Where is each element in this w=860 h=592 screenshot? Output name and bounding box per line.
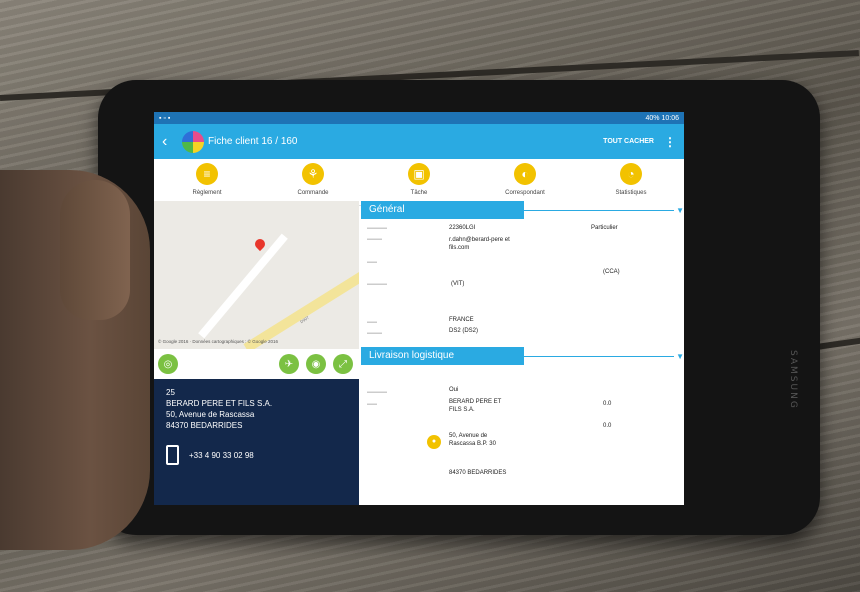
delivery-fields: ▬▬▬▬ Oui ▬▬ BERARD PERE ET FILS S.A. 0.0… (361, 365, 684, 505)
collapse-caret-icon[interactable]: ▼ (676, 206, 684, 215)
back-arrow-icon[interactable]: ‹ (162, 133, 178, 151)
expand-icon[interactable]: ⤢ (333, 354, 353, 374)
chart-icon: ◔ (620, 163, 642, 185)
contact-icon: ◐ (514, 163, 536, 185)
location-pin-icon[interactable]: ● (427, 435, 441, 449)
field-label-placeholder: ▬▬▬▬ (367, 225, 387, 231)
notification-icons: ▪ ▫ ▪ (159, 114, 171, 122)
location-pin-icon[interactable] (252, 236, 268, 252)
field-label-placeholder: ▬▬ (367, 319, 377, 325)
delivery-postal-value: 84370 BEDARRIDES (449, 470, 507, 476)
action-contact[interactable]: ◐ Correspondant (485, 163, 565, 196)
field-label-placeholder: ▬▬ (367, 259, 377, 265)
phone-number[interactable]: +33 4 90 33 02 98 (189, 450, 254, 461)
general-fields: ▬▬▬▬ 22360LGI Particulier ▬▬▬ r.dahn@ber… (361, 219, 684, 347)
battery-time: 40% 10:06 (645, 114, 679, 122)
action-payment[interactable]: ≡ Règlement (167, 163, 247, 196)
app-logo-icon (182, 130, 204, 153)
city: 84370 BEDARRIDES (166, 421, 243, 430)
section-title: Livraison logistique (361, 347, 524, 365)
action-label: Statistiques (615, 190, 647, 196)
map-toolbar: ◎ ✈ ◉ ⤢ (154, 349, 359, 379)
action-statistics[interactable]: ◔ Statistiques (591, 163, 671, 196)
phone-icon (166, 445, 179, 465)
cart-icon: ⚘ (302, 163, 324, 185)
phone-row[interactable]: +33 4 90 33 02 98 (166, 445, 347, 465)
coordinate-value: 0.0 (603, 401, 612, 407)
details-panel: Général ▼ ▬▬▬▬ 22360LGI Particulier ▬▬▬ … (361, 201, 684, 505)
thumb (60, 180, 130, 320)
overflow-menu-icon[interactable]: ⋮ (664, 135, 676, 149)
region-value: DS2 (DS2) (449, 328, 479, 334)
map-road: D907 (243, 259, 359, 349)
field-label-placeholder: ▬▬▬ (367, 236, 382, 242)
status-bar: ▪ ▫ ▪ 40% 10:06 (154, 112, 684, 124)
page-title: Fiche client 16 / 160 (208, 136, 298, 147)
field-label-placeholder: ▬▬▬▬ (367, 281, 387, 287)
address-card: 25 BERARD PERE ET FILS S.A. 50, Avenue d… (154, 379, 359, 505)
cca-value: (CCA) (603, 269, 620, 275)
divider (524, 209, 675, 211)
coordinate-value: 0.0 (603, 423, 612, 429)
device-brand: SAMSUNG (788, 350, 798, 410)
app-bar: ‹ Fiche client 16 / 160 TOUT CACHER ⋮ (154, 124, 684, 159)
section-general[interactable]: Général ▼ (361, 201, 684, 219)
world-map-icon[interactable]: ✈ (279, 354, 299, 374)
screen: ▪ ▫ ▪ 40% 10:06 ‹ Fiche client 16 / 160 … (154, 112, 684, 505)
hide-all-button[interactable]: TOUT CACHER (603, 138, 654, 145)
target-icon[interactable]: ◎ (158, 354, 178, 374)
delivery-active-value: Oui (449, 387, 459, 393)
action-label: Règlement (192, 190, 222, 196)
delivery-address-value: 50, Avenue de Rascassa B.P. 30 (449, 433, 496, 447)
action-bar: ≡ Règlement ⚘ Commande ▣ Tâche ◐ Corresp… (154, 159, 684, 206)
divider (524, 355, 675, 357)
company-name: BERARD PERE ET FILS S.A. (166, 399, 273, 408)
client-code: 25 (166, 388, 175, 397)
client-type-value: Particulier (591, 225, 618, 231)
field-label-placeholder: ▬▬ (367, 401, 377, 407)
action-label: Correspondant (505, 190, 545, 196)
action-order[interactable]: ⚘ Commande (273, 163, 353, 196)
map-view[interactable]: D907 © Google 2016 · Données cartographi… (154, 201, 359, 349)
clipboard-icon: ▣ (408, 163, 430, 185)
map-attribution: © Google 2016 · Données cartographiques … (158, 339, 278, 344)
action-label: Tâche (410, 190, 428, 196)
email-value: r.dahn@berard-pere et fils.com (449, 237, 510, 251)
section-delivery[interactable]: Livraison logistique ▼ (361, 347, 684, 365)
field-label-placeholder: ▬▬▬▬ (367, 389, 387, 395)
client-code-value: 22360LGI (449, 225, 476, 231)
field-label-placeholder: ▬▬▬ (367, 330, 382, 336)
action-task[interactable]: ▣ Tâche (379, 163, 459, 196)
collapse-caret-icon[interactable]: ▼ (676, 352, 684, 361)
action-label: Commande (297, 190, 329, 196)
map-road (198, 233, 288, 339)
coins-icon: ≡ (196, 163, 218, 185)
globe-icon[interactable]: ◉ (306, 354, 326, 374)
tva-value: (VIT) (451, 281, 465, 287)
delivery-name-value: BERARD PERE ET FILS S.A. (449, 399, 502, 413)
country-value: FRANCE (449, 317, 474, 323)
street: 50, Avenue de Rascassa (166, 410, 255, 419)
section-title: Général (361, 201, 524, 219)
